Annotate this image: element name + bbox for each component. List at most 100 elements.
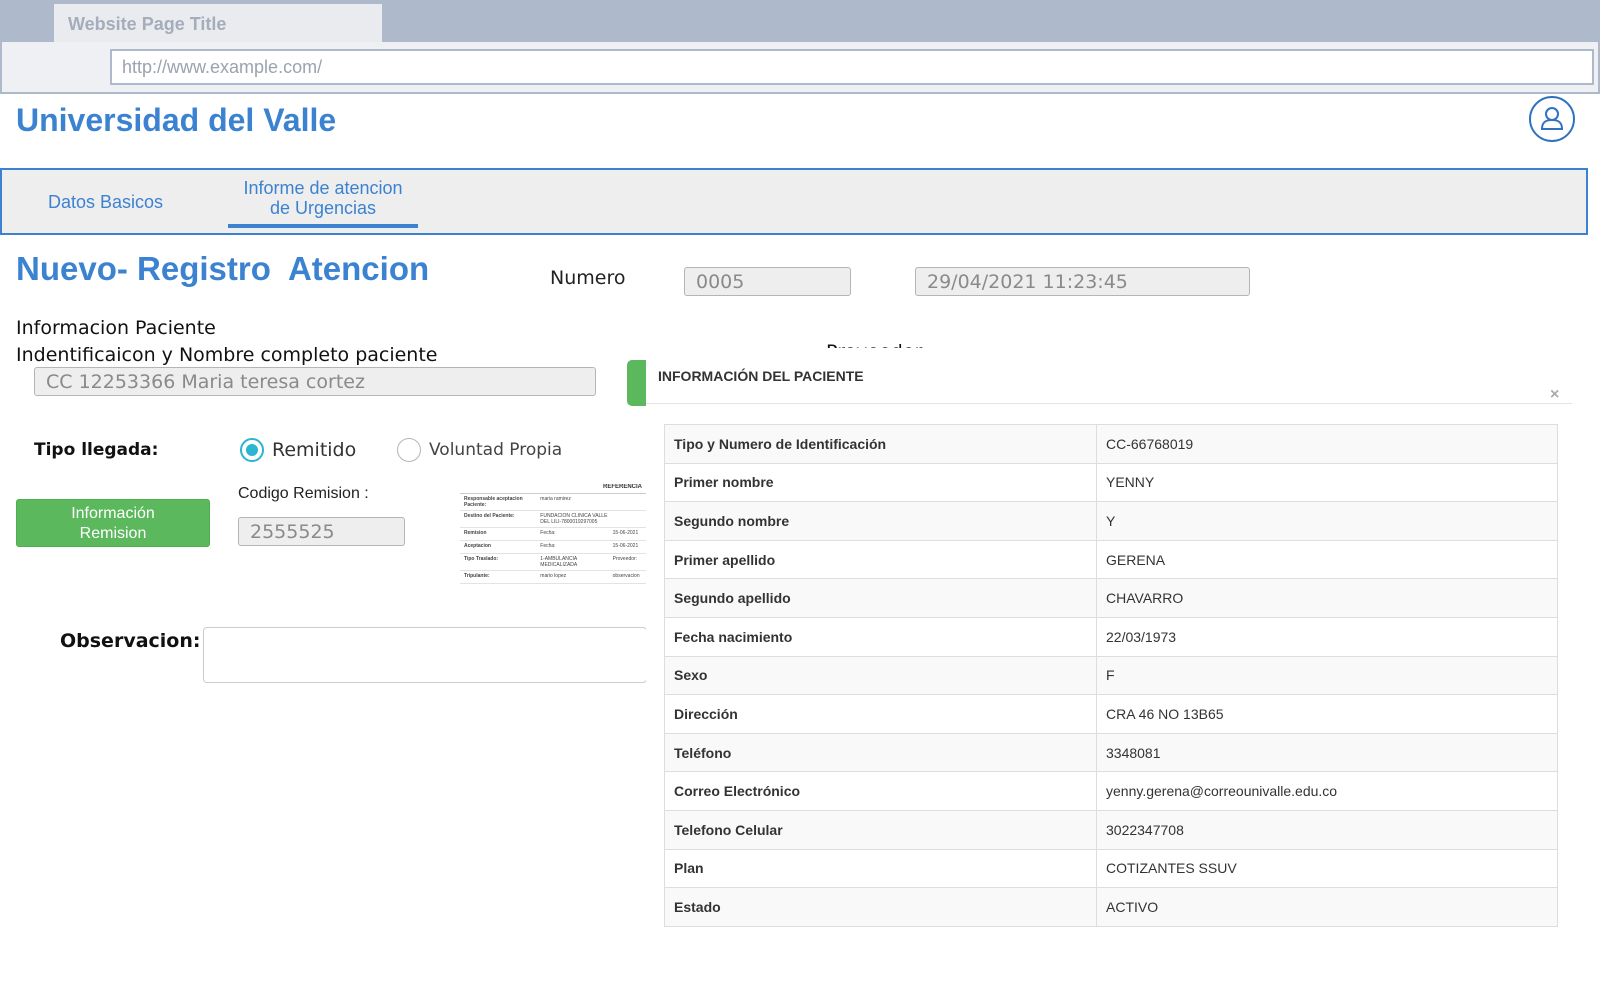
doc-cell: mario lopez (540, 573, 567, 579)
row-value: yenny.gerena@correounivalle.edu.co (1096, 771, 1558, 811)
doc-header: REFERENCIA (460, 484, 646, 494)
row-label: Correo Electrónico (664, 771, 1097, 811)
doc-cell: FUNDACION CLINICA VALLE DEL LILI-7800019… (540, 513, 608, 525)
tipo-llegada-label: Tipo llegada: (34, 440, 159, 460)
user-icon[interactable] (1529, 96, 1575, 142)
table-row: Primer nombre YENNY (664, 462, 1558, 503)
section-title: Informacion Paciente (16, 317, 216, 339)
radio-checked-icon[interactable] (240, 438, 264, 462)
doc-row: Responsable aceptacion Paciente: maria ra… (460, 494, 646, 511)
doc-cell (613, 496, 642, 508)
fecha-field[interactable]: 29/04/2021 11:23:45 (915, 267, 1250, 296)
observacion-textarea[interactable] (203, 627, 647, 683)
referral-document-preview[interactable]: REFERENCIA Responsable aceptacion Pacien… (460, 484, 646, 606)
row-label: Segundo apellido (664, 578, 1097, 618)
browser-toolbar: http://www.example.com/ (0, 42, 1600, 94)
doc-row: Aceptacion Fecha: 15-06-2021 (460, 541, 646, 554)
row-value: 22/03/1973 (1096, 616, 1558, 657)
close-icon[interactable]: × (1550, 386, 1559, 404)
patient-field[interactable]: CC 12253366 Maria teresa cortez (34, 367, 596, 396)
tab-informe-urgencias[interactable]: Informe de atencion de Urgencias (228, 178, 418, 228)
row-value: ACTIVO (1096, 887, 1558, 927)
numero-label: Numero (550, 267, 626, 289)
radio-voluntad-propia[interactable]: Voluntad Propia (397, 438, 562, 462)
table-row: Tipo y Numero de Identificación CC-667680… (664, 424, 1558, 464)
table-row: Telefono Celular 3022347708 (664, 809, 1558, 850)
codigo-remision-field[interactable]: 2555525 (238, 517, 405, 546)
row-value: YENNY (1096, 462, 1558, 503)
doc-row: Destino del Paciente: FUNDACION CLINICA V… (460, 511, 646, 528)
row-label: Tipo y Numero de Identificación (664, 424, 1097, 464)
doc-cell: 15-06-2021 (612, 543, 639, 549)
patient-info-table: Tipo y Numero de Identificación CC-667680… (664, 424, 1558, 927)
doc-row: Tipo Traslado: 1-AMBULANCIA MEDICALIZADA P… (460, 554, 646, 571)
row-label: Telefono Celular (664, 809, 1097, 850)
radio-label: Voluntad Propia (429, 440, 563, 460)
table-row: Segundo nombre Y (664, 501, 1558, 541)
doc-cell: observacion (612, 573, 640, 579)
doc-cell: Responsable aceptacion Paciente: (464, 496, 523, 508)
tab-datos-basicos[interactable]: Datos Basicos (48, 192, 163, 212)
address-bar[interactable]: http://www.example.com/ (110, 49, 1594, 85)
radio-remitido[interactable]: Remitido (240, 438, 356, 462)
row-label: Dirección (664, 694, 1097, 734)
button-label-line1: Información (71, 505, 155, 522)
row-value: Y (1096, 501, 1558, 541)
doc-cell: 15-06-2021 (612, 530, 639, 536)
doc-cell (613, 513, 642, 525)
table-row: Teléfono 3348081 (664, 732, 1558, 773)
row-value: CRA 46 NO 13B65 (1096, 694, 1558, 734)
button-label-line2: Remision (79, 525, 147, 542)
row-value: 3348081 (1096, 732, 1558, 773)
row-label: Primer nombre (664, 462, 1097, 503)
row-value: GERENA (1096, 539, 1558, 580)
doc-row: Tripulante: mario lopez observacion (460, 571, 646, 584)
table-row: Plan COTIZANTES SSUV (664, 848, 1558, 889)
patient-info-modal: INFORMACIÓN DEL PACIENTE × Tipo y Numero… (646, 348, 1576, 948)
row-value: F (1096, 655, 1558, 696)
row-label: Plan (664, 848, 1097, 889)
row-value: COTIZANTES SSUV (1096, 848, 1558, 889)
tab-label-line2: de Urgencias (269, 198, 377, 218)
doc-cell: Tipo Traslado: (464, 556, 499, 562)
doc-cell: Fecha: (540, 530, 556, 536)
browser-tab[interactable]: Website Page Title (54, 4, 382, 42)
informacion-remision-button[interactable]: Información Remision (16, 499, 210, 547)
row-label: Teléfono (664, 732, 1097, 773)
patient-label: Indentificaicon y Nombre completo pacien… (16, 344, 438, 366)
row-value: CC-66768019 (1096, 424, 1558, 464)
brand-title: Universidad del Valle (16, 102, 337, 138)
row-label: Sexo (664, 655, 1097, 696)
doc-cell: Proveedor: (612, 556, 638, 562)
table-row: Dirección CRA 46 NO 13B65 (664, 694, 1558, 734)
table-row: Sexo F (664, 655, 1558, 696)
numero-field[interactable]: 0005 (684, 267, 851, 296)
row-label: Fecha nacimiento (664, 616, 1097, 657)
doc-cell: maria ramirez (540, 496, 571, 502)
row-label: Segundo nombre (664, 501, 1097, 541)
radio-unchecked-icon[interactable] (397, 438, 421, 462)
tab-label-line1: Informe de atencion (243, 178, 403, 198)
doc-cell: Tripulante: (464, 573, 490, 579)
table-row: Correo Electrónico yenny.gerena@correouni… (664, 771, 1558, 811)
modal-title: INFORMACIÓN DEL PACIENTE (658, 368, 864, 384)
doc-cell: Aceptacion (464, 543, 491, 549)
doc-cell: Destino del Paciente: (464, 513, 515, 519)
doc-cell: Remision (464, 530, 487, 536)
row-value: CHAVARRO (1096, 578, 1558, 618)
table-row: Fecha nacimiento 22/03/1973 (664, 616, 1558, 657)
table-row: Primer apellido GERENA (664, 539, 1558, 580)
main-tabs: Datos Basicos Informe de atencion de Urg… (0, 168, 1588, 235)
browser-tab-strip: Website Page Title (0, 0, 1600, 42)
page-title: Nuevo- Registro Atencion (16, 250, 430, 287)
row-value: 3022347708 (1096, 809, 1558, 850)
codigo-remision-label: Codigo Remision : (238, 485, 369, 502)
table-row: Estado ACTIVO (664, 887, 1558, 927)
patient-info-button[interactable] (627, 360, 647, 406)
doc-cell: Fecha: (540, 543, 556, 549)
doc-cell: 1-AMBULANCIA MEDICALIZADA (540, 556, 578, 568)
row-label: Estado (664, 887, 1097, 927)
doc-row: Remision Fecha: 15-06-2021 (460, 528, 646, 541)
observacion-label: Observacion: (60, 630, 201, 652)
modal-divider (646, 403, 1572, 404)
